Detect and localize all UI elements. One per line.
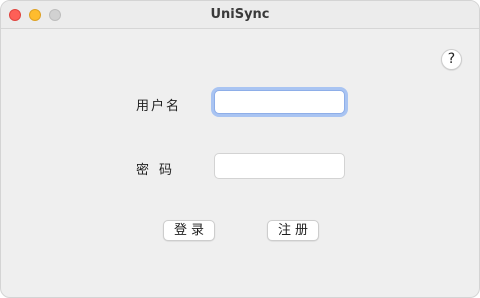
password-label: 密码 (136, 163, 183, 178)
login-button[interactable]: 登录 (163, 220, 215, 241)
password-input[interactable] (214, 153, 345, 179)
title-bar: UniSync (1, 1, 479, 29)
window-title: UniSync (210, 7, 270, 22)
username-label: 用户名 (136, 99, 182, 114)
username-input[interactable] (214, 90, 345, 114)
app-window: UniSync ? 用户名 密码 登录 注册 (0, 0, 480, 298)
help-button[interactable]: ? (441, 49, 462, 70)
register-button[interactable]: 注册 (267, 220, 319, 241)
